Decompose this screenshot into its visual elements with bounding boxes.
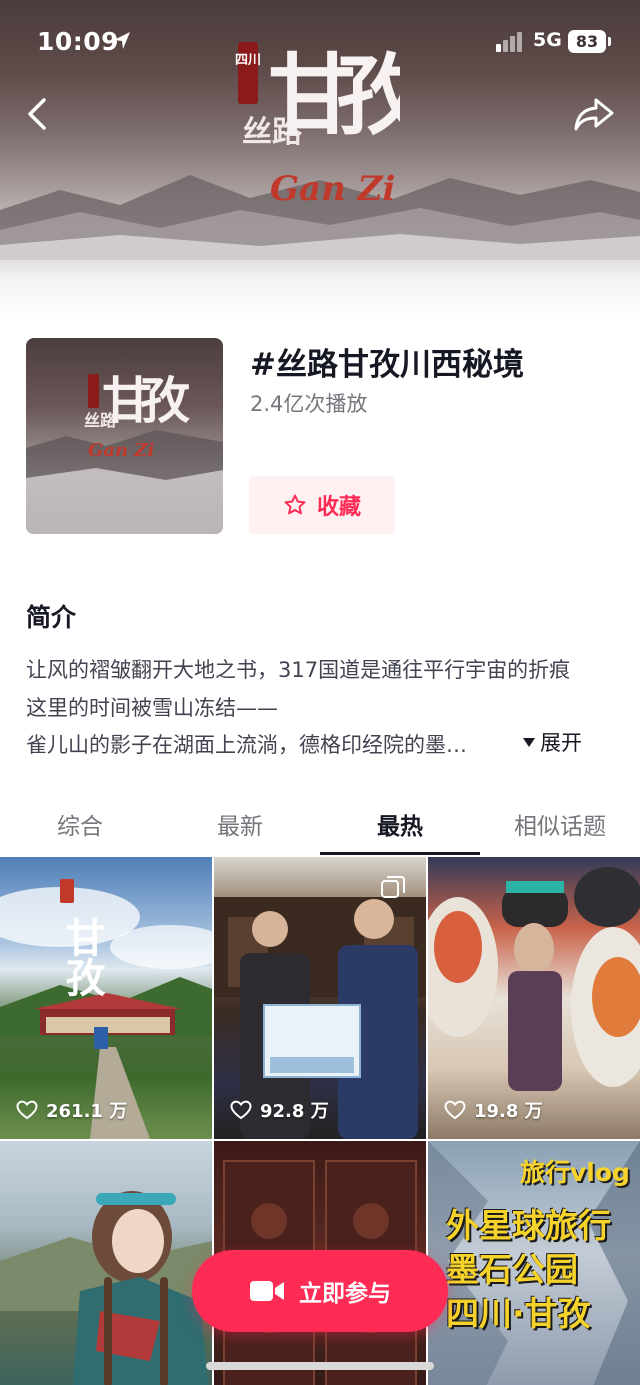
join-challenge-button[interactable]: 立即参与 <box>192 1250 448 1332</box>
heart-icon <box>230 1100 252 1120</box>
status-bar: 10:09 5G 83 <box>0 0 640 84</box>
intro-text-line: 雀儿山的影子在湖面上流淌，德格印经院的墨… <box>26 733 467 757</box>
overlay-caption-line: 外星球旅行 <box>446 1206 611 1245</box>
favorite-button[interactable]: 收藏 <box>249 476 395 534</box>
topic-play-count: 2.4亿次播放 <box>250 392 368 416</box>
intro-text-line: 让风的褶皱翻开大地之书，317国道是通往平行宇宙的折痕 <box>26 658 571 682</box>
caret-down-icon <box>523 738 535 747</box>
home-indicator <box>206 1362 434 1370</box>
video-thumbnail <box>0 1191 212 1385</box>
overlay-caption-line: 墨石公园 <box>446 1250 578 1289</box>
like-count-text: 92.8 万 <box>260 1101 329 1122</box>
like-count-text: 19.8 万 <box>474 1101 543 1122</box>
video-camera-icon <box>250 1281 284 1301</box>
battery-level: 83 <box>568 30 606 53</box>
network-type: 5G <box>533 29 562 51</box>
video-tile[interactable] <box>0 1141 212 1385</box>
like-count: 261.1 万 <box>16 1097 127 1123</box>
svg-text:Gan Zi: Gan Zi <box>88 440 155 461</box>
like-count-text: 261.1 万 <box>46 1101 128 1122</box>
battery-tip <box>608 37 611 46</box>
location-arrow-icon <box>114 32 130 49</box>
video-tile[interactable]: 旅行vlog 外星球旅行 墨石公园 四川·甘孜 <box>428 1141 640 1385</box>
tab-comprehensive[interactable]: 综合 <box>0 807 160 841</box>
join-label: 立即参与 <box>299 1281 391 1307</box>
back-arrow-icon[interactable] <box>20 94 60 134</box>
topic-title: #丝路甘孜川西秘境 <box>250 347 524 383</box>
video-tile[interactable]: 19.8 万 <box>428 857 640 1139</box>
active-tab-indicator <box>320 852 480 855</box>
video-tile[interactable]: 92.8 万 <box>214 857 426 1139</box>
svg-text:Gan Zi: Gan Zi <box>270 169 395 209</box>
share-icon[interactable] <box>572 94 616 134</box>
favorite-label: 收藏 <box>316 495 361 520</box>
sort-tabs: 综合 最新 最热 相似话题 <box>0 795 640 855</box>
status-time: 10:09 <box>37 27 120 56</box>
heart-icon <box>444 1100 466 1120</box>
svg-text:甘孜: 甘孜 <box>102 371 190 430</box>
overlay-caption-small: 旅行vlog <box>520 1158 630 1187</box>
like-count: 19.8 万 <box>444 1097 543 1123</box>
tab-hottest[interactable]: 最热 <box>320 807 480 841</box>
signal-strength-icon <box>496 32 522 52</box>
tab-latest[interactable]: 最新 <box>160 807 320 841</box>
intro-heading: 简介 <box>26 603 77 632</box>
tab-similar-topics[interactable]: 相似话题 <box>480 807 640 841</box>
expand-label: 展开 <box>540 731 582 755</box>
svg-text:甘孜: 甘孜 <box>59 917 106 997</box>
expand-intro-button[interactable]: 展开 <box>522 727 582 757</box>
like-count: 92.8 万 <box>230 1097 329 1123</box>
video-tile[interactable]: 甘孜 261.1 万 <box>0 857 212 1139</box>
topic-hero-banner: 四川 丝路 甘孜 Gan Zi 10:09 5G 83 <box>0 0 640 318</box>
topic-cover-image: 丝路 甘孜 Gan Zi <box>26 338 223 534</box>
star-icon <box>284 494 306 515</box>
heart-icon <box>16 1100 38 1120</box>
overlay-caption-line: 四川·甘孜 <box>446 1294 591 1333</box>
intro-text-line: 这里的时间被雪山冻结—— <box>26 696 278 720</box>
cover-calligraphy-art: 丝路 甘孜 Gan Zi <box>26 371 223 534</box>
multi-image-icon <box>381 876 405 898</box>
